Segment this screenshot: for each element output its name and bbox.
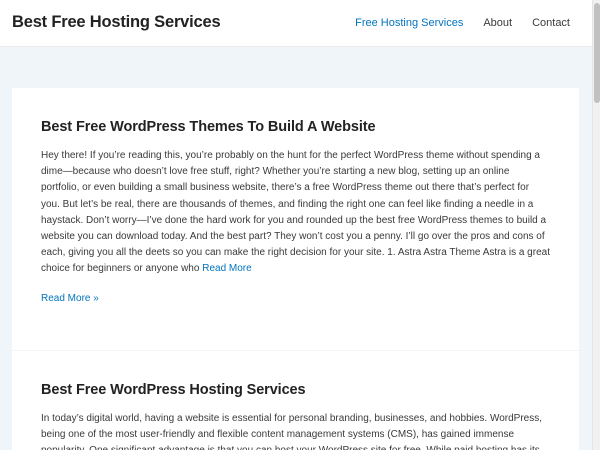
nav-item-free-hosting-services[interactable]: Free Hosting Services [355, 17, 463, 29]
page-scrollbar[interactable] [592, 0, 600, 450]
site-header: Best Free Hosting Services Free Hosting … [0, 0, 592, 47]
site-title[interactable]: Best Free Hosting Services [12, 13, 221, 32]
nav-item-contact[interactable]: Contact [532, 17, 570, 29]
post-excerpt: Hey there! If you’re reading this, you’r… [41, 148, 550, 278]
post-title[interactable]: Best Free WordPress Themes To Build A We… [41, 119, 550, 135]
post-title[interactable]: Best Free WordPress Hosting Services [41, 382, 550, 398]
scrollbar-thumb[interactable] [594, 3, 600, 103]
read-more-button[interactable]: Read More » [41, 293, 99, 304]
primary-nav: Free Hosting Services About Contact [355, 17, 570, 29]
nav-item-about[interactable]: About [483, 17, 512, 29]
inline-read-more-link[interactable]: Read More [202, 263, 251, 274]
post-card: Best Free WordPress Hosting Services In … [12, 351, 579, 450]
post-excerpt-text: Hey there! If you’re reading this, you’r… [41, 150, 550, 275]
post-card: Best Free WordPress Themes To Build A We… [12, 88, 579, 350]
post-excerpt: In today’s digital world, having a websi… [41, 413, 543, 450]
